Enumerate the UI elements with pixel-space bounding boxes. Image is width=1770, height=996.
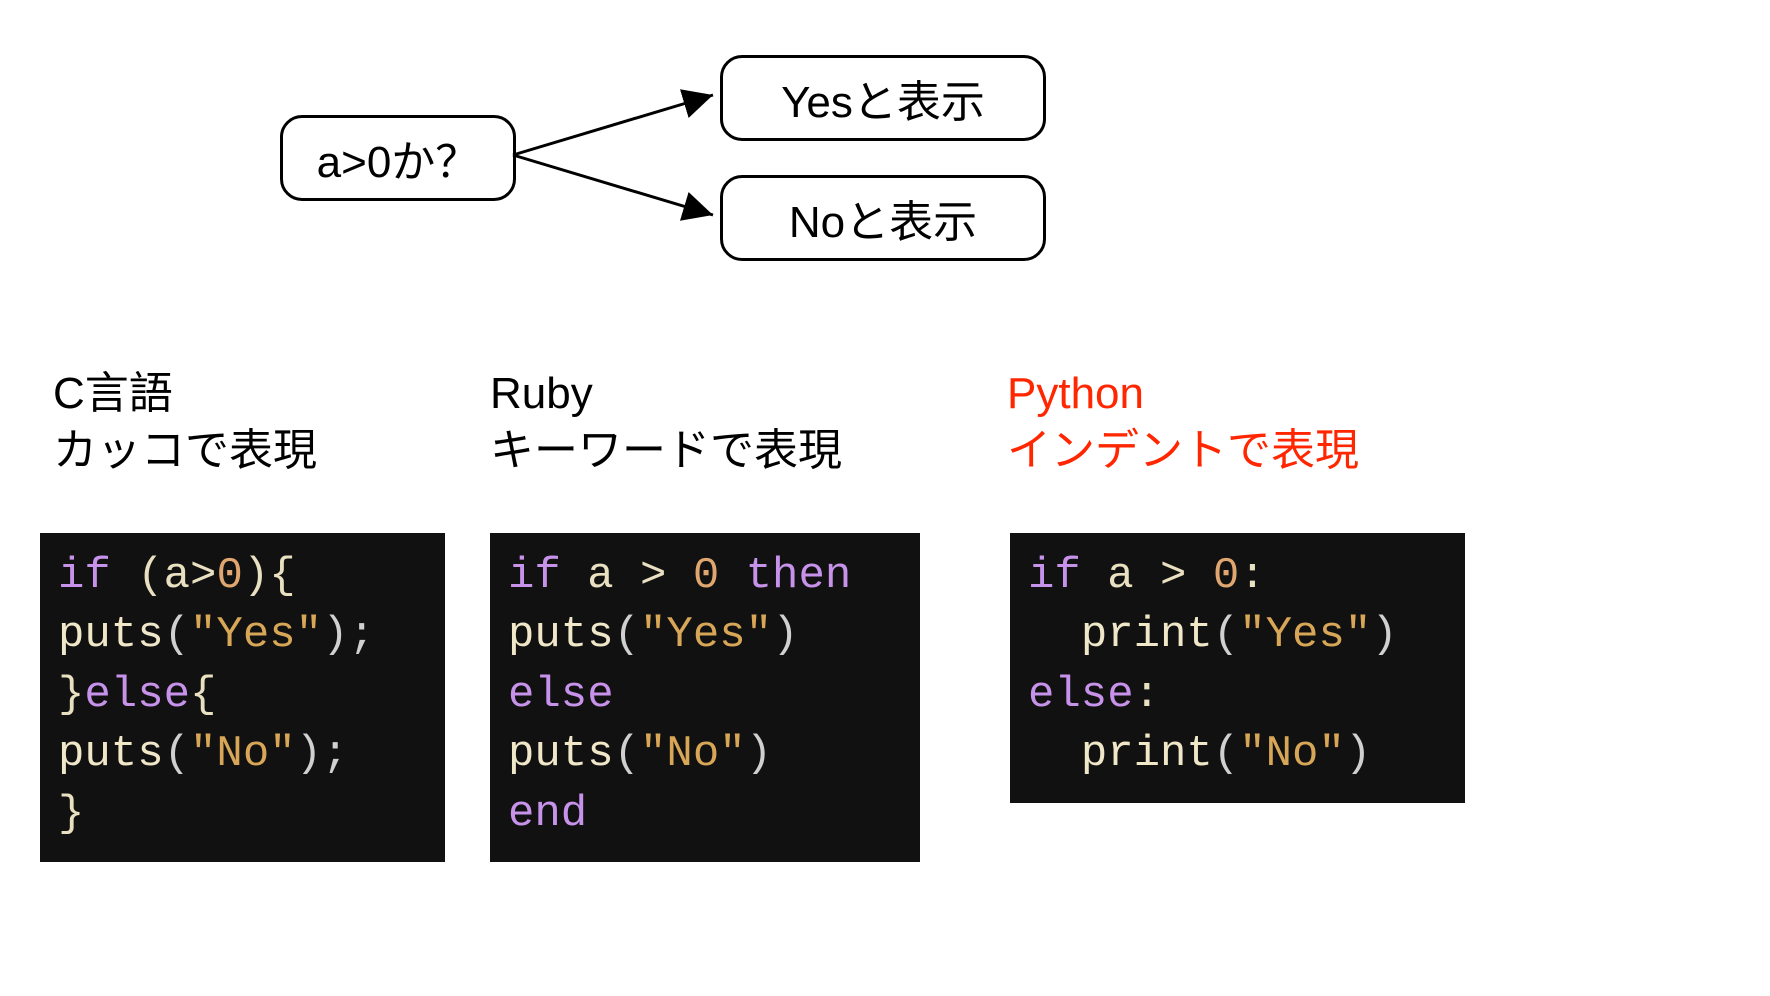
c-kw-else: else	[84, 670, 190, 720]
c-l1-num: 0	[216, 551, 242, 601]
c-l3-post: {	[190, 670, 216, 720]
ruby-kw-end: end	[508, 789, 587, 839]
py-l1-num: 0	[1213, 551, 1239, 601]
ruby-l2-p2: )	[772, 610, 798, 660]
py-l2-indent	[1028, 610, 1081, 660]
py-l3-colon: :	[1134, 670, 1160, 720]
python-subtitle: インデントで表現	[1007, 422, 1359, 479]
ruby-kw-else: else	[508, 670, 614, 720]
ruby-l4-p1: (	[614, 729, 640, 779]
py-l4-indent	[1028, 729, 1081, 779]
c-code: if (a>0){ puts("Yes"); }else{ puts("No")…	[40, 533, 445, 862]
flow-condition-text: a>0か？	[317, 126, 480, 190]
py-l2-p1: (	[1213, 610, 1239, 660]
c-l1-rest: (a>	[111, 551, 217, 601]
c-kw-if: if	[58, 551, 111, 601]
py-kw-else: else	[1028, 670, 1134, 720]
ruby-code: if a > 0 then puts("Yes") else puts("No"…	[490, 533, 920, 862]
c-l3-pre: }	[58, 670, 84, 720]
c-l4-p1: (	[164, 729, 190, 779]
ruby-l2-p1: (	[614, 610, 640, 660]
flow-no-box: Noと表示	[720, 175, 1046, 261]
c-l2-p2: );	[322, 610, 375, 660]
python-title: Python	[1007, 365, 1359, 422]
py-l4-p1: (	[1213, 729, 1239, 779]
ruby-title: Ruby	[490, 365, 842, 422]
py-l1-mid: a >	[1081, 551, 1213, 601]
c-l4-p2: );	[296, 729, 349, 779]
flow-no-text: Noと表示	[789, 186, 977, 250]
ruby-l4-p2: )	[746, 729, 772, 779]
py-kw-if: if	[1028, 551, 1081, 601]
c-subtitle: カッコで表現	[53, 422, 317, 479]
ruby-l2-fn: puts	[508, 610, 614, 660]
c-l4-fn: puts	[58, 729, 164, 779]
ruby-label: Ruby キーワードで表現	[490, 365, 842, 479]
c-l5: }	[58, 789, 84, 839]
ruby-l1-num: 0	[693, 551, 719, 601]
py-l4-str: "No"	[1239, 729, 1345, 779]
flow-yes-text: Yesと表示	[781, 66, 985, 130]
ruby-subtitle: キーワードで表現	[490, 422, 842, 479]
py-l2-p2: )	[1371, 610, 1397, 660]
py-l2-str: "Yes"	[1239, 610, 1371, 660]
c-label: C言語 カッコで表現	[53, 365, 317, 479]
ruby-l2-str: "Yes"	[640, 610, 772, 660]
c-title: C言語	[53, 365, 317, 422]
ruby-l4-str: "No"	[640, 729, 746, 779]
flow-condition-box: a>0か？	[280, 115, 516, 201]
c-l2-p1: (	[164, 610, 190, 660]
py-l4-fn: print	[1081, 729, 1213, 779]
c-l2-str: "Yes"	[190, 610, 322, 660]
c-l4-str: "No"	[190, 729, 296, 779]
c-l2-fn: puts	[58, 610, 164, 660]
python-label: Python インデントで表現	[1007, 365, 1359, 479]
c-l1-brace: ){	[243, 551, 296, 601]
ruby-l4-fn: puts	[508, 729, 614, 779]
flow-yes-box: Yesと表示	[720, 55, 1046, 141]
ruby-kw-then: then	[746, 551, 852, 601]
py-l4-p2: )	[1345, 729, 1371, 779]
ruby-l1-mid: a >	[561, 551, 693, 601]
ruby-l1-sp	[719, 551, 745, 601]
py-l1-colon: :	[1239, 551, 1265, 601]
py-l2-fn: print	[1081, 610, 1213, 660]
python-code: if a > 0: print("Yes") else: print("No")	[1010, 533, 1465, 803]
ruby-kw-if: if	[508, 551, 561, 601]
